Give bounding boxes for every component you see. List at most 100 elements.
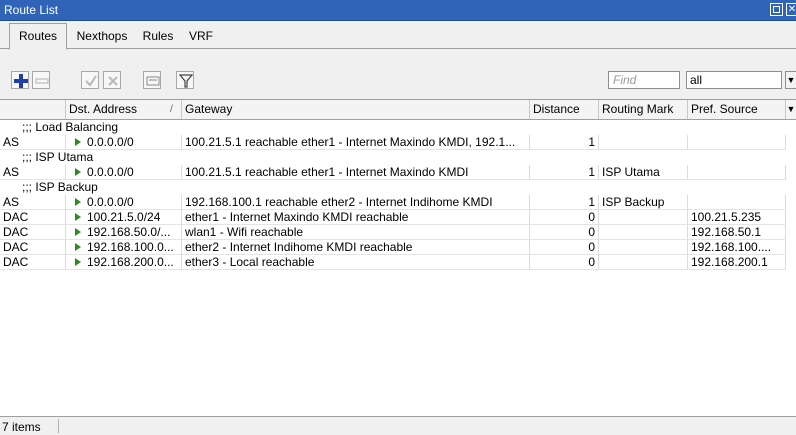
window-titlebar[interactable]: Route List ✕ [0,0,796,21]
cell-dst: 192.168.50.0/... [66,225,182,240]
route-comment: ;;; ISP Utama [22,150,94,164]
tab-vrf[interactable]: VRF [183,26,219,47]
cell-flags: DAC [0,255,66,270]
filter-select[interactable]: all [686,71,782,89]
table-row[interactable]: DAC 192.168.200.0... ether3 - Local reacha… [0,255,796,270]
cell-distance: 0 [530,210,599,225]
cell-flags: DAC [0,240,66,255]
cell-dst: 100.21.5.0/24 [66,210,182,225]
maximize-button[interactable] [770,3,783,16]
cell-distance: 0 [530,240,599,255]
active-route-icon [75,168,81,176]
col-gateway[interactable]: Gateway [182,100,530,119]
cell-flags: AS [0,195,66,210]
cell-routing-mark [599,210,688,225]
cell-routing-mark [599,255,688,270]
window-title: Route List [4,3,59,17]
cell-distance: 0 [530,225,599,240]
comment-row[interactable]: ;;; Load Balancing [0,120,796,135]
cell-pref-source: 192.168.100.... [688,240,786,255]
comment-button[interactable] [143,71,161,89]
cell-pref-source: 192.168.200.1 [688,255,786,270]
comment-icon [146,76,160,86]
col-dst-address[interactable]: Dst. Address / [66,100,182,119]
cell-pref-source [688,135,786,150]
table-row[interactable]: AS 0.0.0.0/0 192.168.100.1 reachable ether… [0,195,796,210]
table-row[interactable]: DAC 192.168.100.0... ether2 - Internet Ind… [0,240,796,255]
cell-flags: DAC [0,210,66,225]
active-route-icon [75,213,81,221]
table-row[interactable]: AS 0.0.0.0/0 100.21.5.1 reachable ether1 -… [0,135,796,150]
route-table: Dst. Address / Gateway Distance Routing … [0,99,796,417]
tab-bar: Routes Nexthops Rules VRF [0,22,796,50]
col-distance[interactable]: Distance [530,100,599,119]
tab-routes[interactable]: Routes [9,23,67,50]
add-button[interactable] [11,71,29,89]
cell-dst: 0.0.0.0/0 [66,135,182,150]
col-routing-mark[interactable]: Routing Mark [599,100,688,119]
enable-icon [85,75,97,87]
cell-flags: AS [0,165,66,180]
active-route-icon [75,258,81,266]
route-comment: ;;; Load Balancing [22,120,119,134]
col-pref-source[interactable]: Pref. Source [688,100,786,119]
cell-pref-source: 192.168.50.1 [688,225,786,240]
filter-button[interactable] [176,71,194,89]
dst-address-text: 0.0.0.0/0 [87,165,134,179]
remove-icon [35,78,49,84]
cell-dst: 192.168.100.0... [66,240,182,255]
chevron-down-icon[interactable]: ▼ [785,71,796,89]
dst-address-text: 0.0.0.0/0 [87,135,134,149]
close-button[interactable]: ✕ [786,3,796,16]
cell-flags: DAC [0,225,66,240]
cell-dst: 0.0.0.0/0 [66,195,182,210]
cell-flags: AS [0,135,66,150]
enable-button[interactable] [81,71,99,89]
cell-dst: 192.168.200.0... [66,255,182,270]
cell-routing-mark [599,135,688,150]
cell-routing-mark [599,225,688,240]
cell-gateway: wlan1 - Wifi reachable [182,225,530,240]
status-divider [58,419,59,433]
sort-indicator: / [170,104,173,115]
cell-distance: 1 [530,195,599,210]
table-row[interactable]: AS 0.0.0.0/0 100.21.5.1 reachable ether1 -… [0,165,796,180]
cell-routing-mark [599,240,688,255]
cell-gateway: ether2 - Internet Indihome KMDI reachabl… [182,240,530,255]
remove-button[interactable] [32,71,50,89]
comment-row[interactable]: ;;; ISP Utama [0,150,796,165]
disable-button[interactable] [103,71,121,89]
cell-routing-mark: ISP Backup [599,195,688,210]
filter-icon [179,74,193,88]
cell-gateway: 100.21.5.1 reachable ether1 - Internet M… [182,165,530,180]
comment-row[interactable]: ;;; ISP Backup [0,180,796,195]
table-row[interactable]: DAC 192.168.50.0/... wlan1 - Wifi reachabl… [0,225,796,240]
col-flags[interactable] [0,100,66,119]
cell-pref-source [688,195,786,210]
cell-routing-mark: ISP Utama [599,165,688,180]
cell-pref-source [688,165,786,180]
cell-gateway: 100.21.5.1 reachable ether1 - Internet M… [182,135,530,150]
cell-gateway: ether3 - Local reachable [182,255,530,270]
table-row[interactable]: DAC 100.21.5.0/24 ether1 - Internet Maxind… [0,210,796,225]
item-count: 7 items [2,420,41,434]
column-menu-icon[interactable]: ▼ [786,100,796,119]
cell-pref-source: 100.21.5.235 [688,210,786,225]
dst-address-text: 192.168.100.0... [87,240,174,254]
status-bar: 7 items [0,416,796,435]
table-header: Dst. Address / Gateway Distance Routing … [0,100,796,120]
cell-gateway: 192.168.100.1 reachable ether2 - Interne… [182,195,530,210]
dst-address-text: 192.168.50.0/... [87,225,171,239]
add-icon [14,74,28,88]
tab-nexthops[interactable]: Nexthops [70,26,134,47]
cell-distance: 1 [530,165,599,180]
active-route-icon [75,198,81,206]
dst-address-text: 0.0.0.0/0 [87,195,134,209]
find-input[interactable] [608,71,680,89]
col-dst-address-label: Dst. Address [69,102,138,116]
active-route-icon [75,228,81,236]
active-route-icon [75,243,81,251]
cell-distance: 0 [530,255,599,270]
tab-rules[interactable]: Rules [137,26,179,47]
active-route-icon [75,138,81,146]
